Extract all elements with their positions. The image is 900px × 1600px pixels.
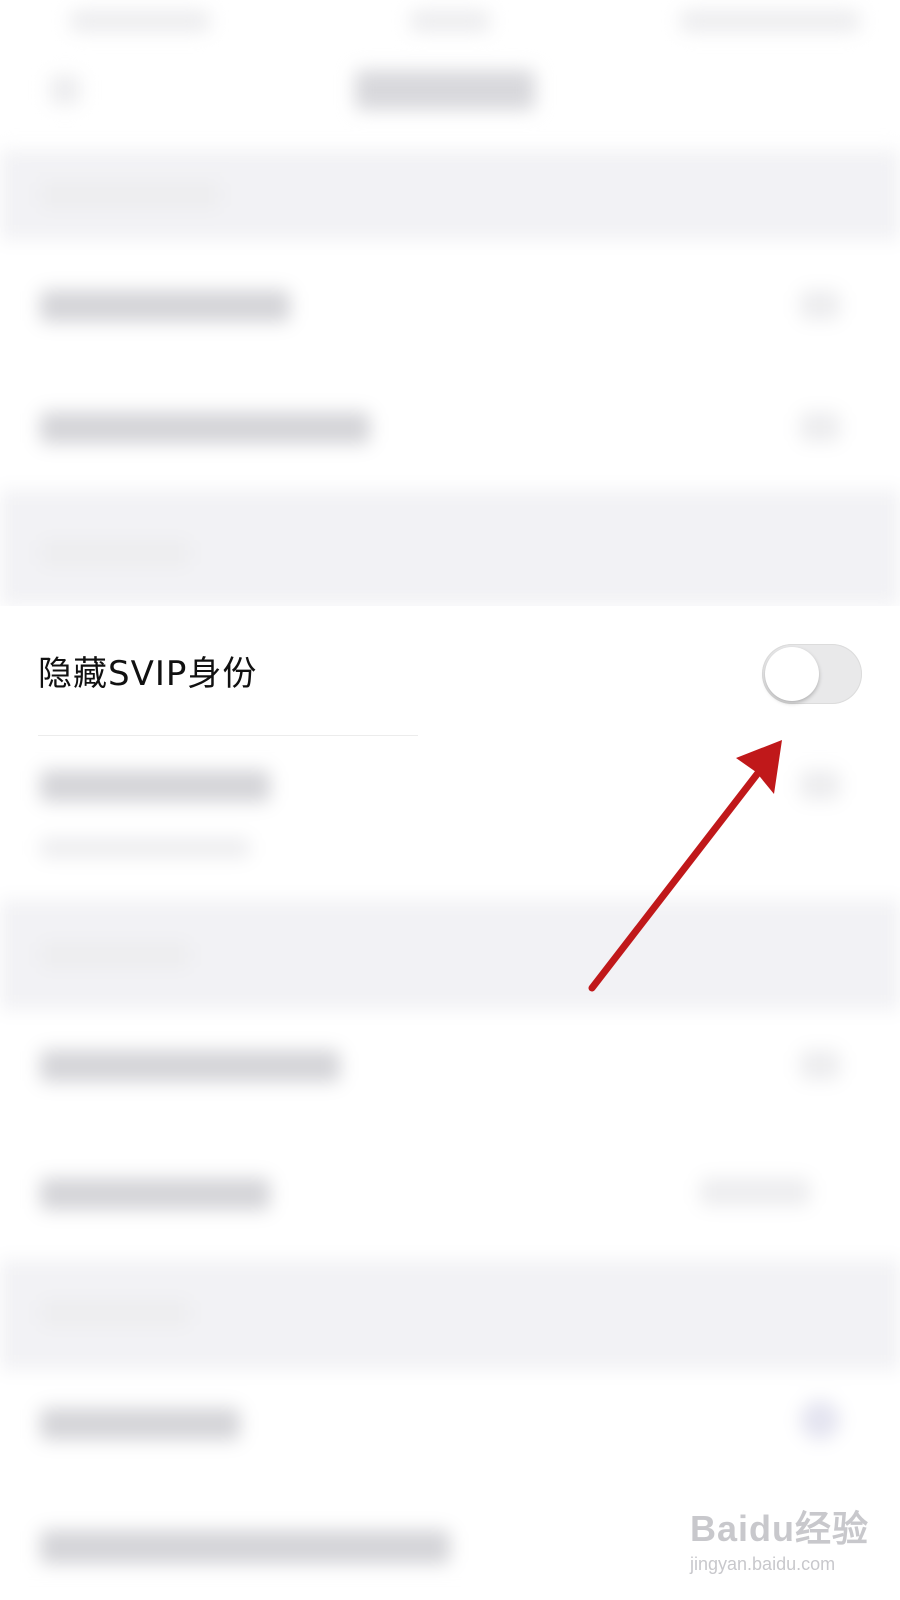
setting-row-2-chevron: [800, 412, 840, 442]
setting-row-4-chevron: [800, 1050, 840, 1080]
section-header-1-text: [40, 182, 220, 208]
section-2-rows: [0, 730, 900, 900]
setting-row-5-value: [700, 1178, 810, 1206]
hide-svip-label: 隐藏SVIP身份: [38, 654, 258, 694]
watermark-domain: jingyan.baidu.com: [690, 1554, 836, 1574]
section-3-rows: [0, 1010, 900, 1260]
status-bar-left: [70, 10, 210, 32]
status-bar-center: [410, 10, 490, 32]
watermark-logo: Baidu经验: [690, 1508, 870, 1549]
back-icon[interactable]: [50, 75, 80, 105]
hide-svip-toggle[interactable]: [762, 644, 862, 704]
setting-row-2-label[interactable]: [40, 412, 370, 444]
setting-row-6-icon: [800, 1400, 840, 1440]
setting-row-7-label[interactable]: [40, 1530, 450, 1564]
section-header-2-text: [40, 540, 190, 566]
setting-row-1-chevron: [800, 290, 840, 320]
section-header-4-text: [40, 1300, 190, 1326]
status-bar-right: [680, 10, 860, 32]
row-divider: [38, 735, 418, 736]
setting-row-5-label[interactable]: [40, 1178, 270, 1210]
baidu-watermark: Baidu经验 jingyan.baidu.com: [690, 1500, 869, 1575]
blurred-background: [0, 0, 900, 1600]
page-title: [355, 70, 535, 110]
section-header-3-text: [40, 942, 190, 968]
toggle-knob: [765, 647, 819, 701]
setting-row-1-label[interactable]: [40, 290, 290, 322]
section-1-rows: [0, 240, 900, 490]
setting-row-4-label[interactable]: [40, 1050, 340, 1082]
setting-row-3-chevron: [800, 770, 840, 800]
setting-row-3-label[interactable]: [40, 770, 270, 802]
setting-row-3-desc: [40, 838, 250, 858]
setting-row-6-label[interactable]: [40, 1408, 240, 1440]
